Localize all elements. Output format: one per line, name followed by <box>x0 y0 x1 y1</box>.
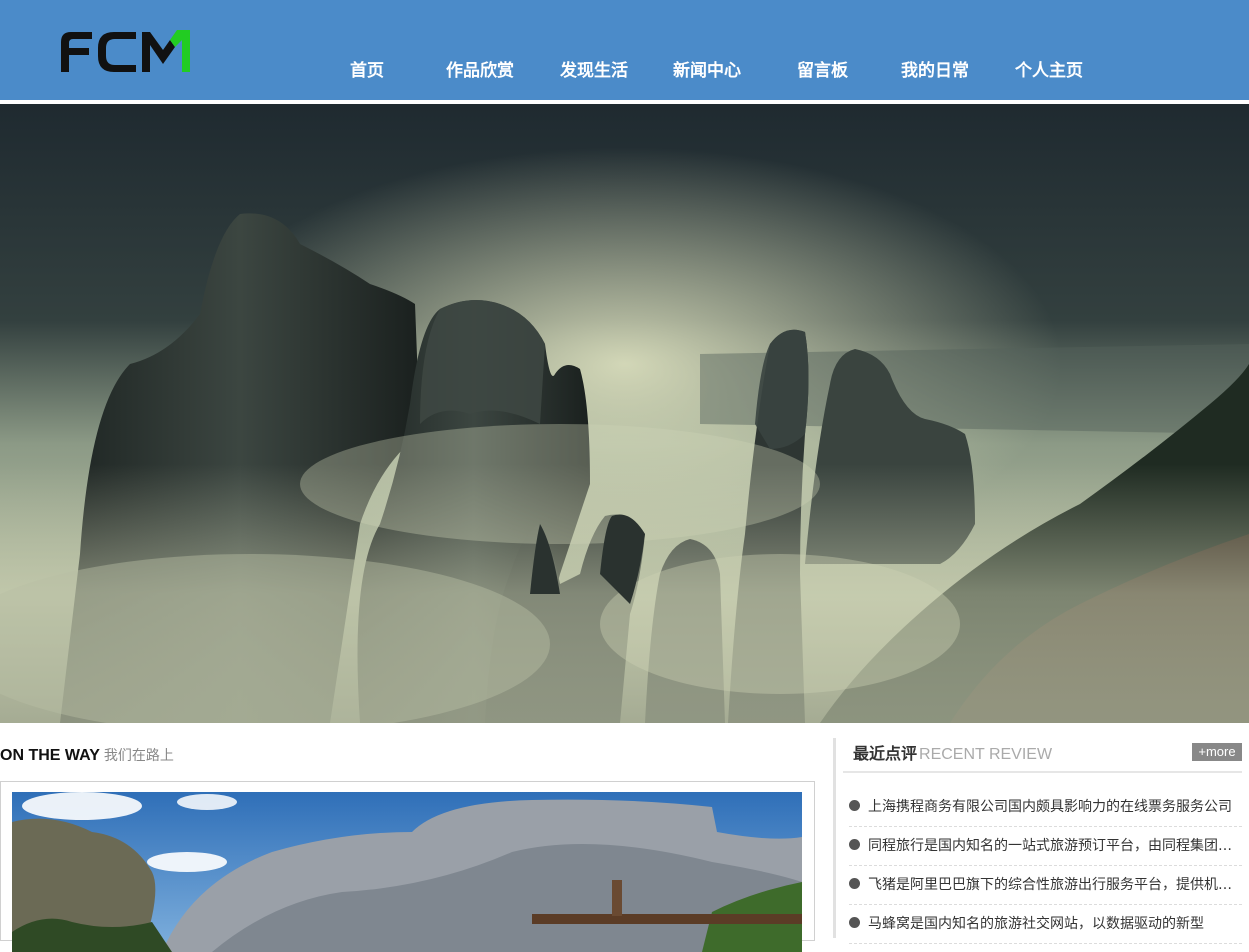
more-button[interactable]: +more <box>1192 743 1242 761</box>
section-title-cn: 我们在路上 <box>103 748 174 764</box>
review-text[interactable]: 马蜂窝是国内知名的旅游社交网站，以数据驱动的新型 <box>868 913 1242 933</box>
site-header <box>0 0 1249 100</box>
review-text[interactable]: 同程旅行是国内知名的一站式旅游预订平台，由同程集团运营 <box>868 835 1242 855</box>
bullet-icon <box>849 800 860 811</box>
list-item[interactable]: 同程旅行是国内知名的一站式旅游预订平台，由同程集团运营 <box>849 827 1242 866</box>
nav-item-home[interactable]: 首页 <box>350 56 384 81</box>
on-the-way-card[interactable] <box>0 781 815 952</box>
fcm-logo[interactable] <box>58 26 193 76</box>
section-title-en: ON THE WAY <box>0 747 100 764</box>
card-image[interactable] <box>12 792 802 952</box>
bullet-icon <box>849 839 860 850</box>
review-title-en: RECENT REVIEW <box>919 746 1053 763</box>
review-title-cn: 最近点评 <box>853 744 918 763</box>
nav-item-news[interactable]: 新闻中心 <box>673 56 741 81</box>
sidebar-divider <box>833 738 836 938</box>
review-list: 上海携程商务有限公司国内颇具影响力的在线票务服务公司 同程旅行是国内知名的一站式… <box>849 788 1242 944</box>
bullet-icon <box>849 878 860 889</box>
review-heading-rule <box>843 771 1242 773</box>
nav-item-works[interactable]: 作品欣赏 <box>446 56 514 81</box>
nav-item-profile[interactable]: 个人主页 <box>1015 56 1083 81</box>
hero-banner <box>0 104 1249 723</box>
review-text[interactable]: 飞猪是阿里巴巴旗下的综合性旅游出行服务平台，提供机票酒店 <box>868 874 1242 894</box>
recent-review-panel: 最近点评 RECENT REVIEW +more 上海携程商务有限公司国内颇具影响… <box>833 738 1242 944</box>
nav-item-discover-life[interactable]: 发现生活 <box>560 56 628 81</box>
on-the-way-heading: ON THE WAY 我们在路上 <box>0 745 174 765</box>
review-text[interactable]: 上海携程商务有限公司国内颇具影响力的在线票务服务公司 <box>868 796 1242 816</box>
hero-image <box>0 104 1249 723</box>
mountain-village-image <box>12 792 802 952</box>
recent-review-heading: 最近点评 RECENT REVIEW <box>853 740 1052 764</box>
nav-item-daily[interactable]: 我的日常 <box>901 56 969 81</box>
nav-item-guestbook[interactable]: 留言板 <box>797 56 848 81</box>
list-item[interactable]: 马蜂窝是国内知名的旅游社交网站，以数据驱动的新型 <box>849 905 1242 944</box>
bullet-icon <box>849 917 860 928</box>
list-item[interactable]: 飞猪是阿里巴巴旗下的综合性旅游出行服务平台，提供机票酒店 <box>849 866 1242 905</box>
list-item[interactable]: 上海携程商务有限公司国内颇具影响力的在线票务服务公司 <box>849 788 1242 827</box>
